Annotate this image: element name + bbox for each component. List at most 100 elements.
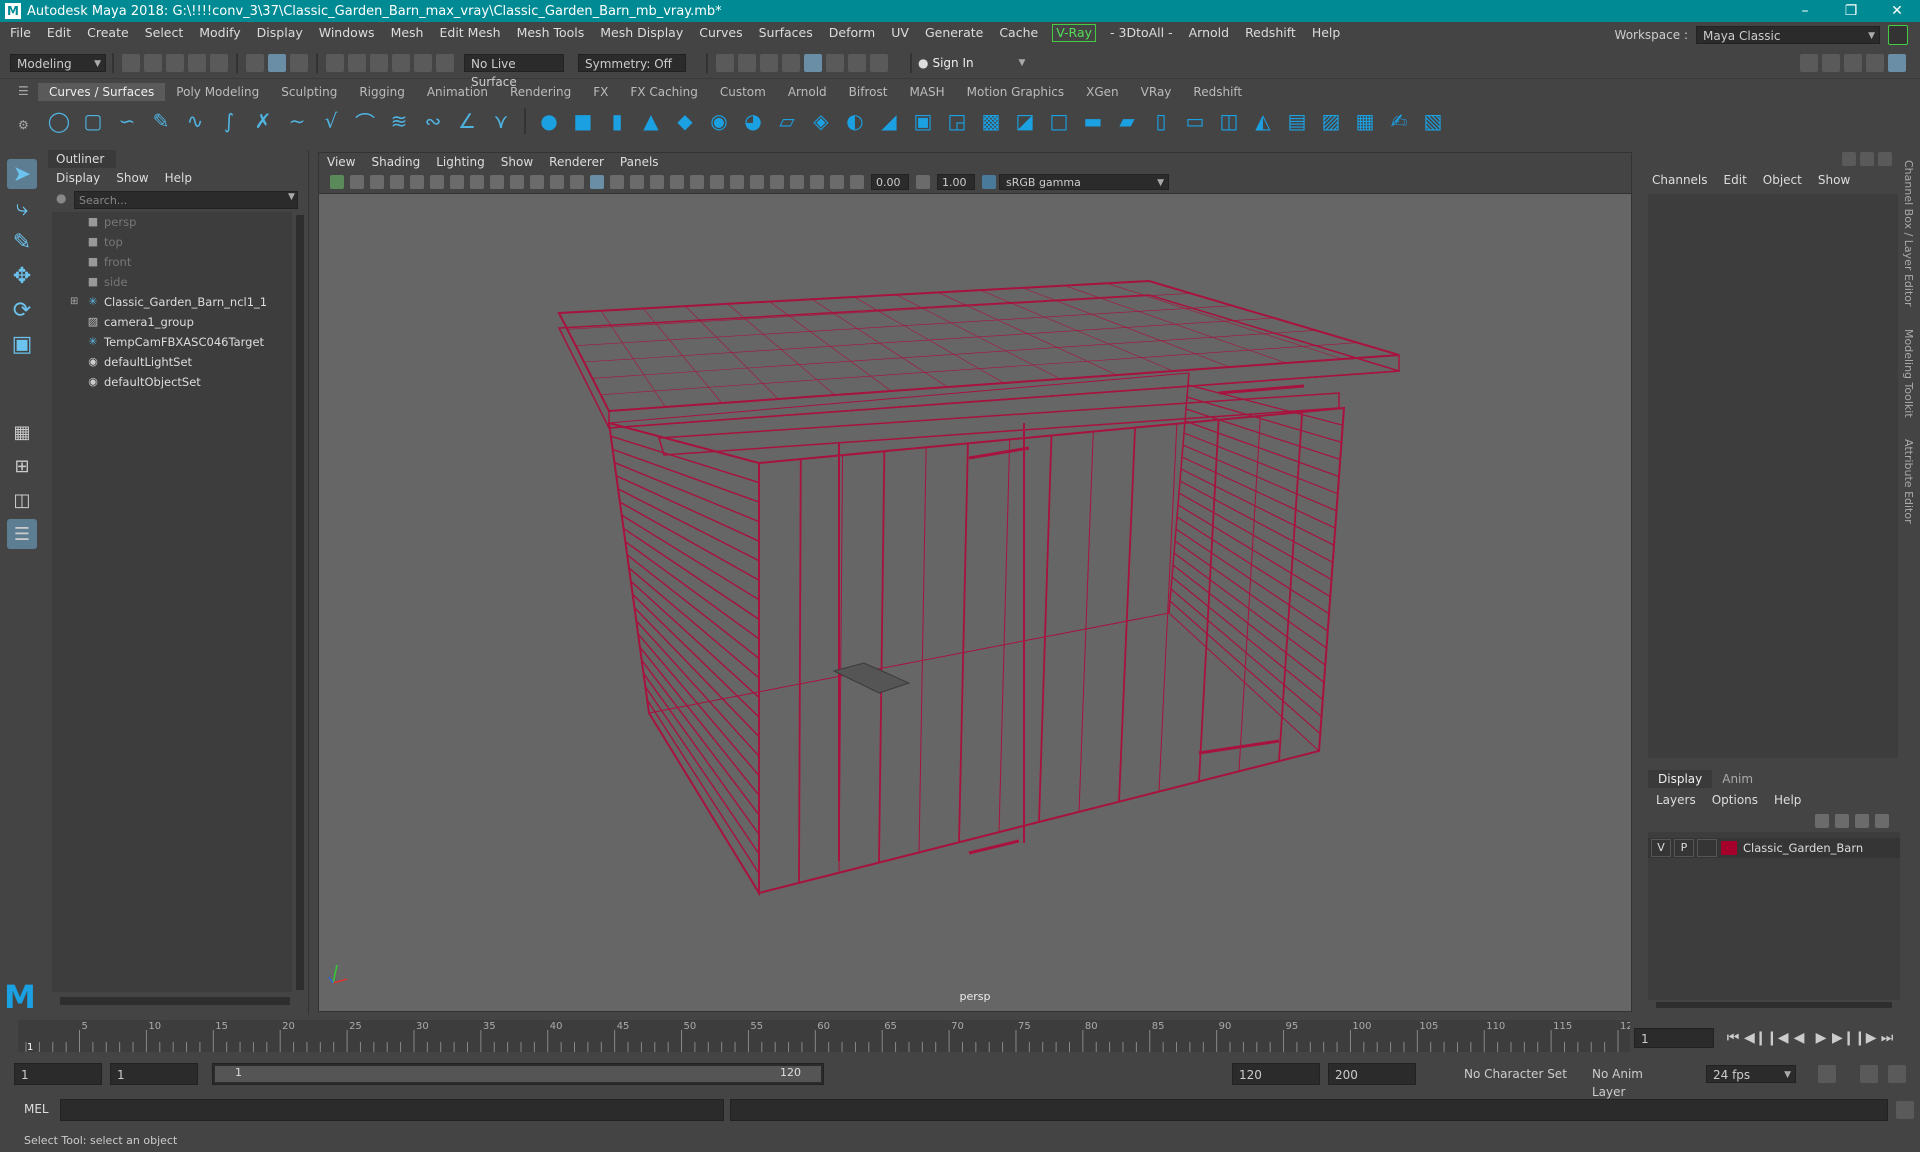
outliner-vertical-scrollbar[interactable] (296, 215, 304, 990)
pause-icon[interactable] (870, 54, 888, 72)
resolution-gate-icon[interactable] (490, 175, 504, 189)
extend-surface-icon[interactable]: ▨ (1318, 108, 1344, 134)
grease-pencil-icon[interactable] (430, 175, 444, 189)
channel-box-option-icon[interactable] (1842, 152, 1856, 166)
outliner-item-tempcamfbxasc046target[interactable]: ✳ TempCamFBXASC046Target (52, 332, 292, 352)
menu-select[interactable]: Select (137, 22, 192, 44)
ambient-occlusion-icon[interactable] (710, 175, 724, 189)
extrude-icon[interactable]: ◐ (842, 108, 868, 134)
project-curve-icon[interactable]: ◪ (1012, 108, 1038, 134)
shelf-tab-poly-modeling[interactable]: Poly Modeling (165, 83, 270, 101)
shelf-tab-rigging[interactable]: Rigging (348, 83, 415, 101)
layer-row[interactable]: V P Classic_Garden_Barn (1648, 838, 1900, 858)
textured-icon[interactable] (650, 175, 664, 189)
menu-edit[interactable]: Edit (39, 22, 79, 44)
exposure-field[interactable]: 0.00 (871, 174, 909, 190)
shelf-tab-motion-graphics[interactable]: Motion Graphics (956, 83, 1076, 101)
bezier-curve-icon[interactable]: ∫ (216, 108, 242, 134)
surface-editing-icon[interactable]: ▧ (1420, 108, 1446, 134)
render-setup-icon[interactable] (848, 54, 866, 72)
layer-editor-tab-anim[interactable]: Anim (1712, 770, 1763, 788)
outliner-item-defaultobjectset[interactable]: ◉ defaultObjectSet (52, 372, 292, 392)
minimize-icon[interactable]: – (1782, 0, 1828, 22)
pencil-curve-icon[interactable]: ✎ (148, 108, 174, 134)
loft-icon[interactable]: ▱ (774, 108, 800, 134)
arc-tool-icon[interactable]: ⌒ (352, 108, 378, 135)
shelf-tab-bifrost[interactable]: Bifrost (838, 83, 899, 101)
shelf-settings-icon[interactable]: ⚙ (18, 118, 29, 132)
shelf-tab-vray[interactable]: VRay (1130, 83, 1183, 101)
playback-start-field[interactable]: 1 (110, 1063, 198, 1085)
layer-editor-menu-help[interactable]: Help (1766, 793, 1809, 807)
menu-3dtoall[interactable]: - 3DtoAll - (1102, 22, 1181, 44)
attribute-editor-icon[interactable] (1822, 54, 1840, 72)
channel-box-float-icon[interactable] (1878, 152, 1892, 166)
layer-editor-icon[interactable] (1888, 54, 1906, 72)
layer-editor-menu-options[interactable]: Options (1704, 793, 1766, 807)
outliner-item-camera1-group[interactable]: ▨ camera1_group (52, 312, 292, 332)
shelf-menu-icon[interactable]: ☰ (18, 84, 29, 98)
outliner-item-classic-garden-barn-ncl1-1[interactable]: ⊞ ✳ Classic_Garden_Barn_ncl1_1 (52, 292, 292, 312)
fillet-curve-icon[interactable]: ⋎ (488, 108, 514, 134)
select-tool-icon[interactable]: ➤ (7, 159, 37, 189)
go-to-end-icon[interactable]: ⏭ (1876, 1030, 1898, 1046)
outliner-search-input[interactable]: Search... (74, 191, 298, 209)
nurbs-circle-icon[interactable]: ◯ (46, 108, 72, 134)
save-scene-icon[interactable] (166, 54, 184, 72)
snap-view-icon[interactable] (392, 54, 410, 72)
viewport-menu-view[interactable]: View (319, 153, 363, 171)
bevel-plus-icon[interactable]: ▣ (910, 108, 936, 134)
gate-mask-icon[interactable] (510, 175, 524, 189)
intersect-icon[interactable]: □ (1046, 108, 1072, 134)
ep-curve-icon[interactable]: ∿ (182, 108, 208, 134)
new-empty-layer-icon[interactable] (1855, 814, 1869, 828)
shelf-tab-xgen[interactable]: XGen (1075, 83, 1130, 101)
camera-attributes-icon[interactable] (350, 175, 364, 189)
side-tab-attribute-editor[interactable]: Attribute Editor (1902, 439, 1915, 524)
shelf-tab-rendering[interactable]: Rendering (499, 83, 582, 101)
gamma-icon[interactable] (916, 175, 930, 189)
field-chart-icon[interactable] (530, 175, 544, 189)
four-view-layout-icon[interactable]: ⊞ (7, 451, 37, 481)
symmetry-dropdown[interactable]: Symmetry: Off (578, 54, 686, 72)
use-all-lights-icon[interactable] (670, 175, 684, 189)
xray-joints-icon[interactable] (810, 175, 824, 189)
boundary-icon[interactable]: ◲ (944, 108, 970, 134)
step-forward-frame-icon[interactable]: ❙▶ (1854, 1030, 1877, 1046)
viewport-menu-show[interactable]: Show (493, 153, 541, 171)
workspace-dropdown[interactable]: Maya Classic ▼ (1696, 26, 1880, 44)
layer-display-type-toggle[interactable] (1697, 839, 1717, 857)
command-language-label[interactable]: MEL (24, 1102, 49, 1116)
animation-preferences-icon[interactable] (1888, 1065, 1906, 1083)
shelf-tab-mash[interactable]: MASH (898, 83, 955, 101)
select-object-icon[interactable] (268, 54, 286, 72)
menu-help[interactable]: Help (1304, 22, 1349, 44)
shadows-icon[interactable] (690, 175, 704, 189)
safe-action-icon[interactable] (550, 175, 564, 189)
menu-uv[interactable]: UV (883, 22, 917, 44)
side-tab-channel-box-layer-editor[interactable]: Channel Box / Layer Editor (1902, 160, 1915, 307)
play-backwards-icon[interactable]: ◀ (1788, 1030, 1810, 1046)
nurbs-torus-icon[interactable]: ◉ (706, 108, 732, 134)
channel-box-menu-show[interactable]: Show (1810, 173, 1858, 187)
channel-box-menu-object[interactable]: Object (1755, 173, 1810, 187)
step-forward-key-icon[interactable]: ▶❙ (1832, 1030, 1855, 1046)
single-perspective-layout-icon[interactable]: ▦ (7, 417, 37, 447)
channel-box-menu-edit[interactable]: Edit (1716, 173, 1755, 187)
trim-tool-icon[interactable]: ▬ (1080, 108, 1106, 134)
play-forwards-icon[interactable]: ▶ (1810, 1030, 1832, 1046)
nurbs-cube-icon[interactable]: ■ (570, 108, 596, 134)
xray-components-icon[interactable] (830, 175, 844, 189)
menu-modify[interactable]: Modify (191, 22, 248, 44)
image-plane-icon[interactable] (390, 175, 404, 189)
paint-select-icon[interactable]: ✎ (7, 227, 37, 257)
nurbs-cone-icon[interactable]: ▲ (638, 108, 664, 134)
outliner-menu-display[interactable]: Display (48, 171, 108, 185)
menu-mesh-tools[interactable]: Mesh Tools (509, 22, 593, 44)
select-component-icon[interactable] (290, 54, 308, 72)
chevron-down-icon[interactable]: ▼ (288, 192, 295, 202)
layer-horizontal-scrollbar[interactable] (1656, 1002, 1892, 1008)
detach-surface-icon[interactable]: ▭ (1182, 108, 1208, 134)
fps-dropdown[interactable]: 24 fps ▼ (1706, 1065, 1796, 1083)
menu-create[interactable]: Create (79, 22, 137, 44)
